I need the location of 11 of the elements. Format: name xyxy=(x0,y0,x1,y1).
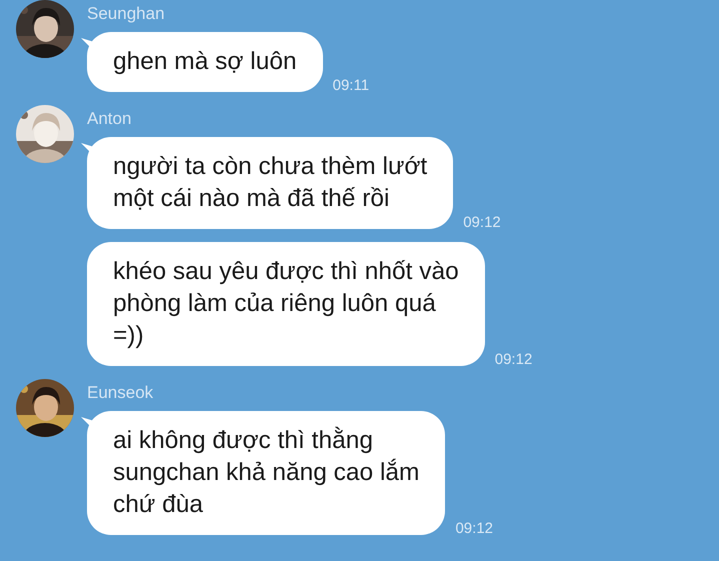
message-time: 09:12 xyxy=(455,520,494,537)
message-bubble: ghen mà sợ luôn xyxy=(87,32,323,92)
message-time: 09:12 xyxy=(494,351,532,368)
message-time: 09:12 xyxy=(463,214,501,231)
sender-name: Anton xyxy=(87,109,132,129)
sender-name: Eunseok xyxy=(87,383,154,403)
message-bubble: ai không được thì thằng sungchan khả năng cao lắm chứ đùa xyxy=(87,411,446,535)
message-bubble: người ta còn chưa thèm lướt một cái nào mà đã thế rồi xyxy=(87,137,454,229)
message-time: 09:11 xyxy=(332,77,370,94)
sender-name: Seunghan xyxy=(87,4,165,24)
message-bubble: khéo sau yêu được thì nhốt vào phòng làm của riêng luôn quá =)) xyxy=(87,242,485,366)
